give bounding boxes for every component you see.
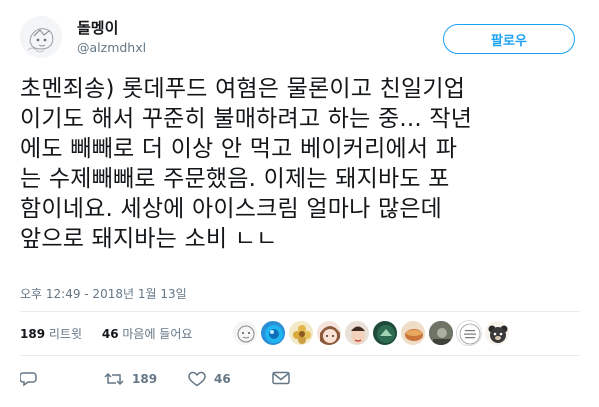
liker-avatar[interactable] bbox=[428, 320, 454, 346]
user-avatar[interactable] bbox=[20, 16, 62, 58]
liker-avatar[interactable] bbox=[372, 320, 398, 346]
liker-avatar[interactable] bbox=[456, 320, 482, 346]
reply-icon bbox=[20, 372, 37, 387]
tweet-stats: 189 리트윗 46 마음에 들어요 bbox=[20, 325, 192, 342]
liker-sketch-icon bbox=[237, 325, 255, 343]
like-count: 46 bbox=[214, 372, 231, 386]
liker-face-icon bbox=[351, 326, 365, 344]
heart-icon bbox=[188, 371, 206, 387]
retweets-count[interactable]: 189 bbox=[20, 327, 45, 341]
divider bbox=[20, 355, 580, 356]
liker-avatar[interactable] bbox=[232, 320, 258, 346]
divider bbox=[20, 311, 580, 312]
user-display-name[interactable]: 돌멩이 bbox=[77, 17, 118, 38]
likes-label[interactable]: 마음에 들어요 bbox=[122, 327, 192, 341]
tweet-actions: 189 46 bbox=[20, 371, 580, 393]
tweet-timestamp[interactable]: 오후 12:49 - 2018년 1월 13일 bbox=[20, 285, 187, 302]
follow-button[interactable]: 팔로우 bbox=[443, 24, 575, 54]
liker-blue-circle-icon bbox=[265, 325, 283, 343]
tweet-text: 초멘죄송) 롯데푸드 여혐은 물론이고 친일기업 이기도 해서 꾸준히 불매하려… bbox=[20, 76, 473, 252]
liker-text-round-icon bbox=[459, 323, 481, 345]
liker-avatar[interactable] bbox=[316, 320, 342, 346]
liker-flower-icon bbox=[293, 325, 311, 344]
liker-dark-green-icon bbox=[377, 325, 395, 343]
like-button[interactable]: 46 bbox=[188, 371, 231, 387]
liker-avatar[interactable] bbox=[344, 320, 370, 346]
liker-bear-icon bbox=[488, 325, 508, 343]
envelope-icon bbox=[272, 371, 290, 385]
liker-avatar[interactable] bbox=[400, 320, 426, 346]
liker-avatar[interactable] bbox=[484, 320, 510, 346]
direct-message-button[interactable] bbox=[272, 371, 290, 385]
liker-anime-icon bbox=[320, 326, 340, 345]
reply-button[interactable] bbox=[20, 371, 38, 387]
retweets-label[interactable]: 리트윗 bbox=[49, 327, 82, 341]
liker-dark-photo-icon bbox=[429, 321, 453, 345]
retweet-button[interactable]: 189 bbox=[104, 371, 157, 387]
sketch-avatar-icon bbox=[20, 16, 62, 58]
liker-bowl-icon bbox=[405, 329, 423, 341]
retweet-icon bbox=[104, 372, 124, 386]
likes-count[interactable]: 46 bbox=[102, 327, 119, 341]
liker-avatar[interactable] bbox=[260, 320, 286, 346]
tweet-card: 돌멩이 @alzmdhxl 팔로우 초멘죄송) 롯데푸드 여혐은 물론이고 친일… bbox=[0, 0, 599, 407]
liker-avatar[interactable] bbox=[288, 320, 314, 346]
user-handle[interactable]: @alzmdhxl bbox=[77, 40, 146, 55]
retweet-count: 189 bbox=[132, 372, 158, 386]
